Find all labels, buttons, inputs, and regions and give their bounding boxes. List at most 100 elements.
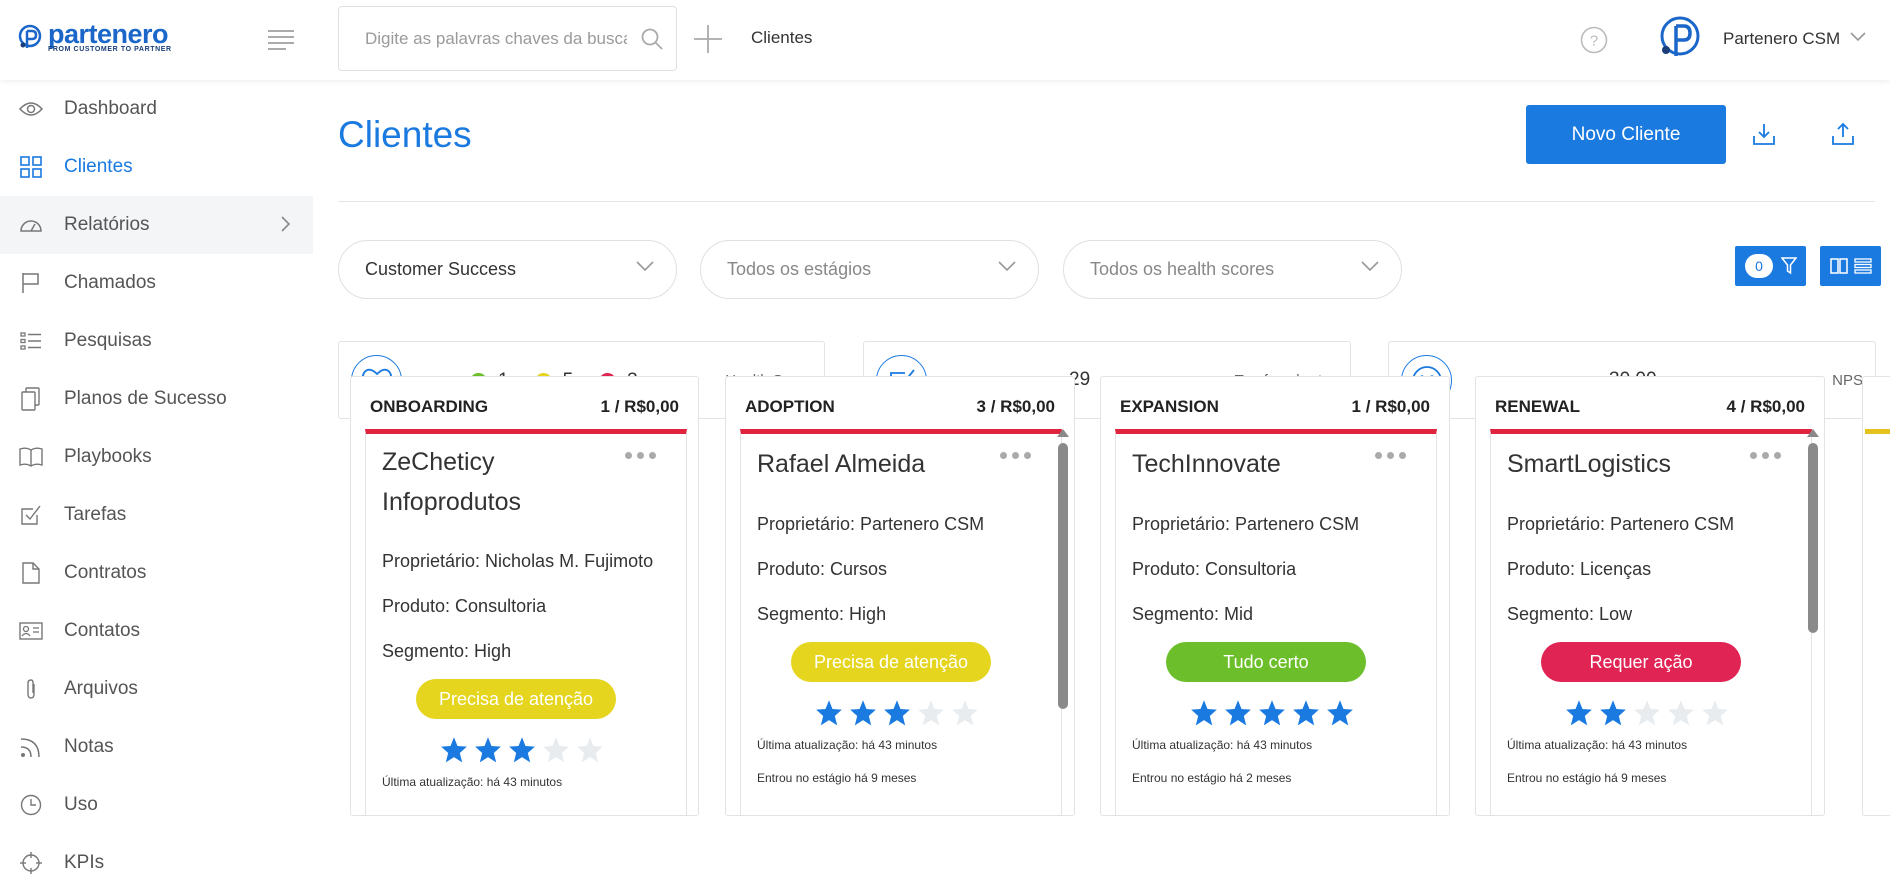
document-stack-icon: [18, 386, 44, 412]
search-input[interactable]: [365, 28, 627, 49]
star-filled-icon: [509, 737, 535, 763]
sidebar-item-playbooks[interactable]: Playbooks: [0, 428, 313, 486]
sidebar-item-dashboard[interactable]: Dashboard: [0, 80, 313, 138]
logo[interactable]: partenero FROM CUSTOMER TO PARTNER: [18, 19, 172, 53]
id-card-icon: [18, 618, 44, 644]
column-summary: 1 / R$0,00: [600, 397, 679, 416]
rating-stars: [440, 736, 604, 763]
star-filled-icon: [884, 700, 910, 726]
star-filled-icon: [1293, 700, 1319, 726]
view-toggle-button[interactable]: [1820, 246, 1881, 286]
filter-health-select[interactable]: Todos os health scores: [1063, 240, 1402, 299]
kpi-label: NPS: [1832, 372, 1863, 389]
breadcrumb[interactable]: Clientes: [751, 28, 812, 48]
rating-stars: [1565, 699, 1729, 726]
star-filled-icon: [1259, 700, 1285, 726]
last-updated: Última atualização: há 43 minutos: [1132, 738, 1313, 752]
client-card[interactable]: SmartLogistics Proprietário: Partenero C…: [1490, 429, 1812, 815]
column-scrollbar[interactable]: [1056, 429, 1070, 809]
sidebar-item-arquivos[interactable]: Arquivos: [0, 660, 313, 718]
client-owner: Proprietário: Partenero CSM: [1132, 514, 1360, 534]
client-segment: Segmento: Mid: [1132, 604, 1254, 624]
star-filled-icon: [1225, 700, 1251, 726]
sidebar-item-planos-de-sucesso[interactable]: Planos de Sucesso: [0, 370, 313, 428]
client-product: Produto: Consultoria: [1132, 559, 1297, 579]
help-icon[interactable]: ?: [1580, 26, 1608, 54]
sidebar-item-notas[interactable]: Notas: [0, 718, 313, 776]
svg-text:?: ?: [1590, 33, 1598, 50]
column-summary: 4 / R$0,00: [1726, 397, 1805, 416]
more-options-icon[interactable]: [1375, 452, 1406, 459]
sidebar-item-label: Contatos: [64, 620, 141, 641]
star-empty-icon: [952, 700, 978, 726]
menu-toggle-icon[interactable]: [268, 28, 294, 50]
sidebar-item-uso[interactable]: Uso: [0, 776, 313, 834]
list-view-icon[interactable]: [1853, 258, 1872, 274]
star-filled-icon: [850, 700, 876, 726]
sidebar-item-label: Arquivos: [64, 678, 138, 699]
scroll-thumb[interactable]: [1808, 443, 1818, 633]
sidebar-item-contratos[interactable]: Contratos: [0, 544, 313, 602]
rss-icon: [18, 734, 44, 760]
logo-icon: [18, 24, 42, 48]
sidebar-item-label: Chamados: [64, 272, 156, 293]
filter-stage-select[interactable]: Todos os estágios: [700, 240, 1039, 299]
sidebar-item-relatorios[interactable]: Relatórios: [0, 196, 313, 254]
client-name[interactable]: SmartLogistics: [1507, 444, 1737, 484]
clock-icon: [18, 792, 44, 818]
column-summary: 3 / R$0,00: [976, 397, 1055, 416]
column-scrollbar[interactable]: [1806, 429, 1820, 809]
client-name[interactable]: Rafael Almeida: [757, 444, 987, 484]
top-bar: partenero FROM CUSTOMER TO PARTNER Clien…: [0, 0, 1890, 80]
client-card[interactable]: Rafael Almeida Proprietário: Partenero C…: [740, 429, 1062, 815]
sidebar-item-pesquisas[interactable]: Pesquisas: [0, 312, 313, 370]
book-icon: [18, 444, 44, 470]
star-empty-icon: [1702, 700, 1728, 726]
avatar[interactable]: [1658, 14, 1706, 62]
client-name[interactable]: TechInnovate: [1132, 444, 1362, 484]
sidebar-item-label: Dashboard: [64, 98, 157, 119]
column-header: ONBOARDING 1 / R$0,00: [370, 397, 679, 417]
scroll-up-arrow[interactable]: [1057, 429, 1069, 437]
star-filled-icon: [1600, 700, 1626, 726]
client-segment: Segmento: High: [382, 641, 512, 661]
sidebar-item-contatos[interactable]: Contatos: [0, 602, 313, 660]
scroll-up-arrow[interactable]: [1807, 429, 1819, 437]
advanced-filter-button[interactable]: 0: [1735, 246, 1806, 286]
star-filled-icon: [1566, 700, 1592, 726]
more-options-icon[interactable]: [625, 452, 656, 459]
more-options-icon[interactable]: [1750, 452, 1781, 459]
page-title: Clientes: [338, 114, 472, 155]
column-stage-name: EXPANSION: [1120, 397, 1219, 416]
client-card[interactable]: TechInnovate Proprietário: Partenero CSM…: [1115, 429, 1437, 815]
client-card[interactable]: ZeCheticy Infoprodutos Proprietário: Nic…: [365, 429, 687, 815]
star-empty-icon: [577, 737, 603, 763]
funnel-icon: [1781, 257, 1797, 275]
sidebar-item-label: Relatórios: [64, 214, 150, 235]
filter-team-select[interactable]: Customer Success: [338, 240, 677, 299]
add-icon[interactable]: [693, 24, 723, 54]
new-client-button[interactable]: Novo Cliente: [1526, 105, 1726, 164]
health-status-badge: Precisa de atenção: [416, 679, 616, 719]
upload-icon[interactable]: [1831, 122, 1855, 146]
filter-health-value: Todos os health scores: [1090, 259, 1275, 279]
sidebar-item-label: Notas: [64, 736, 114, 757]
sidebar-item-chamados[interactable]: Chamados: [0, 254, 313, 312]
star-filled-icon: [475, 737, 501, 763]
board-view-icon[interactable]: [1829, 258, 1848, 274]
stage-column-onboarding: ONBOARDING 1 / R$0,00 ZeCheticy Infoprod…: [350, 376, 699, 816]
search-icon[interactable]: [640, 27, 664, 51]
scroll-thumb[interactable]: [1058, 443, 1068, 709]
user-name[interactable]: Partenero CSM: [1723, 29, 1840, 49]
sidebar-item-kpis[interactable]: KPIs: [0, 834, 313, 892]
logo-name: partenero: [48, 19, 169, 49]
client-name[interactable]: ZeCheticy Infoprodutos: [382, 442, 612, 522]
sidebar-item-clientes[interactable]: Clientes: [0, 138, 313, 196]
sidebar-item-tarefas[interactable]: Tarefas: [0, 486, 313, 544]
divider: [338, 201, 1875, 202]
download-icon[interactable]: [1752, 122, 1776, 146]
file-icon: [18, 560, 44, 586]
more-options-icon[interactable]: [1000, 452, 1031, 459]
chevron-down-icon[interactable]: [1850, 32, 1866, 42]
sidebar-item-label: Pesquisas: [64, 330, 152, 351]
